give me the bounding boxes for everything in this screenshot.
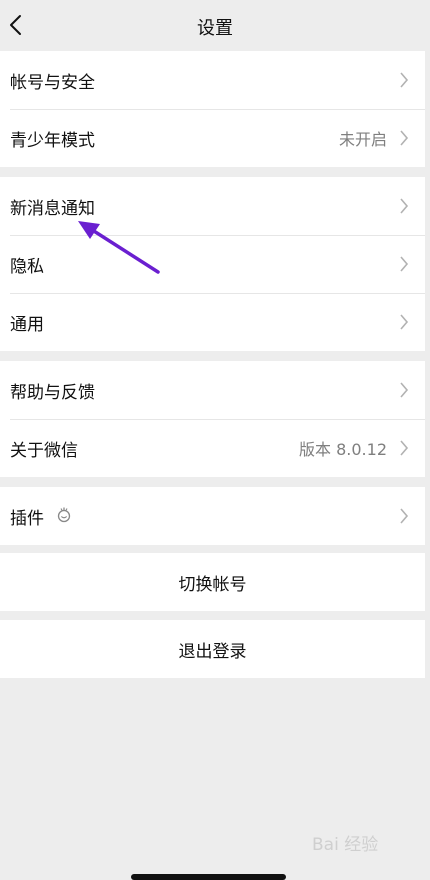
settings-group-plugins: 插件: [0, 487, 425, 545]
logout-label: 退出登录: [178, 641, 247, 662]
chevron-right-icon: [400, 440, 409, 456]
row-new-message-notification[interactable]: 新消息通知: [0, 177, 425, 235]
row-label: 新消息通知: [10, 198, 95, 219]
settings-group-general: 新消息通知 隐私 通用: [0, 177, 425, 351]
row-label: 关于微信: [10, 440, 78, 461]
row-account-security[interactable]: 帐号与安全: [0, 51, 425, 109]
logout-group: 退出登录: [0, 620, 425, 678]
row-label: 插件: [10, 508, 44, 529]
chevron-right-icon: [400, 72, 409, 88]
watermark: Bai 经验: [312, 835, 379, 855]
chevron-right-icon: [400, 314, 409, 330]
row-label: 帮助与反馈: [10, 382, 95, 403]
row-value: 未开启: [338, 130, 387, 149]
row-label: 青少年模式: [10, 130, 95, 151]
page-title: 设置: [197, 18, 233, 39]
switch-account-group: 切换帐号: [0, 553, 425, 611]
row-label: 帐号与安全: [10, 72, 95, 93]
row-about-wechat[interactable]: 关于微信 版本 8.0.12: [0, 419, 425, 477]
settings-group-account: 帐号与安全 青少年模式 未开启: [0, 51, 425, 167]
switch-account-button[interactable]: 切换帐号: [0, 553, 425, 611]
row-teen-mode[interactable]: 青少年模式 未开启: [0, 109, 425, 167]
logout-button[interactable]: 退出登录: [0, 620, 425, 678]
chevron-right-icon: [400, 256, 409, 272]
row-general[interactable]: 通用: [0, 293, 425, 351]
row-help-feedback[interactable]: 帮助与反馈: [0, 361, 425, 419]
chevron-right-icon: [400, 508, 409, 524]
nav-bar: 设置: [0, 0, 430, 50]
row-label: 隐私: [10, 256, 44, 277]
chevron-right-icon: [400, 382, 409, 398]
switch-account-label: 切换帐号: [178, 574, 247, 595]
chevron-right-icon: [400, 198, 409, 214]
settings-group-help: 帮助与反馈 关于微信 版本 8.0.12: [0, 361, 425, 477]
chevron-right-icon: [400, 130, 409, 146]
row-plugins[interactable]: 插件: [0, 487, 425, 545]
row-label: 通用: [10, 314, 44, 335]
home-indicator: [131, 874, 286, 880]
row-privacy[interactable]: 隐私: [0, 235, 425, 293]
plugin-icon: [57, 507, 71, 523]
row-value: 版本 8.0.12: [299, 440, 387, 459]
